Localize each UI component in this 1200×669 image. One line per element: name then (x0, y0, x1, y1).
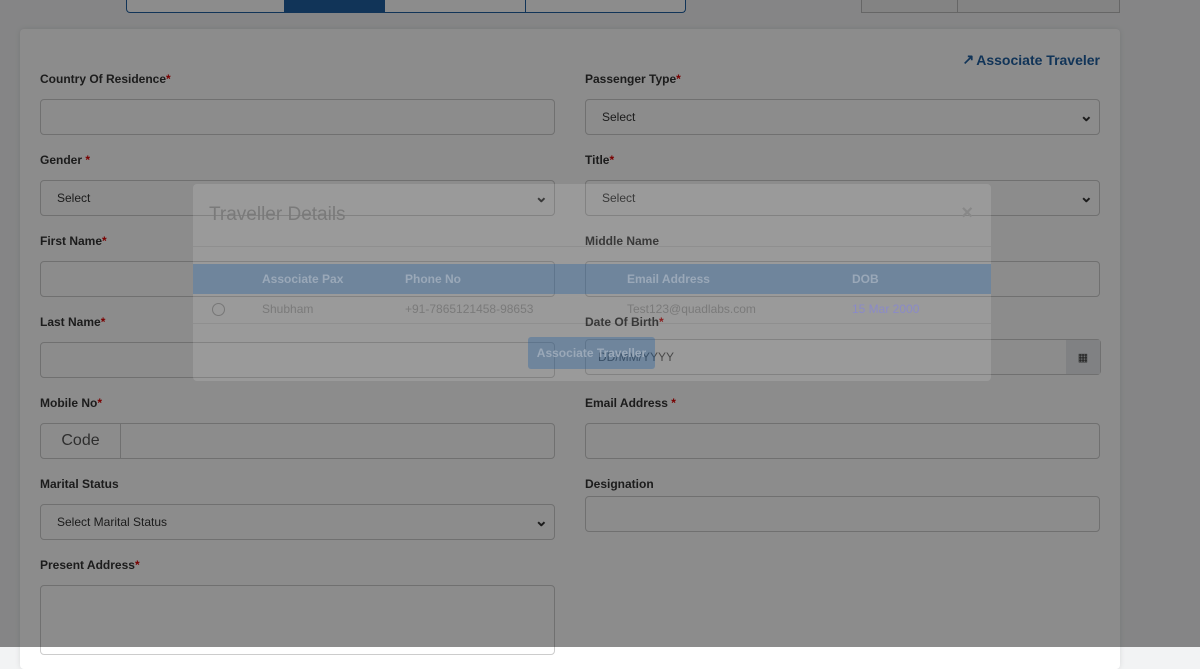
traveller-details-modal: Traveller Details × Associate Pax Phone … (193, 184, 991, 381)
pax-name: Shubham (262, 302, 314, 316)
associate-traveller-button[interactable]: Associate Traveller (528, 337, 655, 369)
col-phone: Phone No (405, 272, 461, 286)
col-email: Email Address (627, 272, 710, 286)
divider (193, 246, 991, 247)
select-pax-radio[interactable] (212, 303, 225, 316)
col-associate-pax: Associate Pax (262, 272, 344, 286)
modal-title: Traveller Details (209, 204, 346, 225)
pax-email: Test123@quadlabs.com (627, 302, 756, 316)
table-row[interactable]: Shubham +91-7865121458-98653 Test123@qua… (193, 294, 991, 324)
close-icon[interactable]: × (961, 202, 973, 225)
col-dob: DOB (852, 272, 879, 286)
pax-dob: 15 Mar 2000 (852, 302, 920, 316)
table-header: Associate Pax Phone No Email Address DOB (193, 264, 991, 294)
pax-phone: +91-7865121458-98653 (405, 302, 534, 316)
